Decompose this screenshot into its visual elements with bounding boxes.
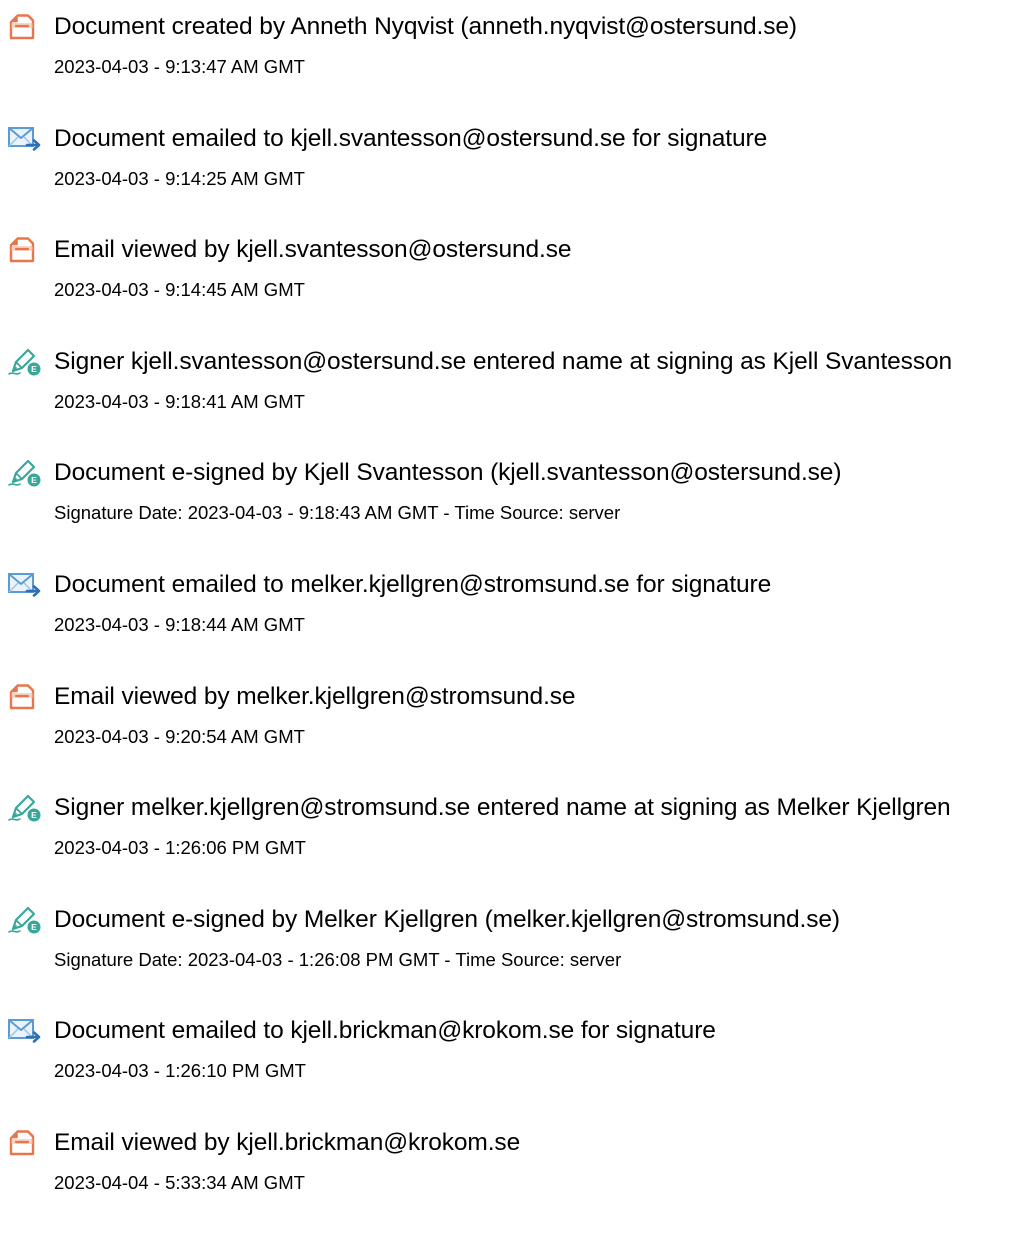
- e-sign-icon: E: [7, 905, 43, 935]
- document-viewed-icon: [7, 1128, 43, 1158]
- audit-event: Document created by Anneth Nyqvist (anne…: [0, 8, 1016, 120]
- audit-event: E Signer kjell.svantesson@ostersund.se e…: [0, 343, 1016, 455]
- audit-event: Document emailed to kjell.brickman@kroko…: [0, 1012, 1016, 1124]
- event-title: Document emailed to kjell.svantesson@ost…: [54, 124, 768, 152]
- document-created-icon: [7, 12, 43, 42]
- event-timestamp: 2023-04-03 - 9:14:25 AM GMT: [54, 167, 305, 189]
- event-title: Email viewed by kjell.brickman@krokom.se: [54, 1128, 521, 1156]
- event-timestamp: 2023-04-03 - 1:26:06 PM GMT: [54, 837, 306, 859]
- document-viewed-icon: [7, 682, 43, 712]
- event-title: Document e-signed by Melker Kjellgren (m…: [54, 905, 840, 933]
- e-sign-icon: E: [7, 347, 43, 377]
- event-timestamp: 2023-04-03 - 9:18:44 AM GMT: [54, 613, 305, 635]
- event-title: Document e-signed by Kjell Svantesson (k…: [54, 459, 842, 487]
- audit-event: E Document e-signed by Kjell Svantesson …: [0, 454, 1016, 566]
- audit-event: Email viewed by melker.kjellgren@stromsu…: [0, 678, 1016, 790]
- svg-text:E: E: [31, 922, 37, 932]
- svg-text:E: E: [31, 476, 37, 486]
- document-viewed-icon: [7, 235, 43, 265]
- event-timestamp: 2023-04-03 - 9:20:54 AM GMT: [54, 725, 305, 747]
- event-title: Signer kjell.svantesson@ostersund.se ent…: [54, 347, 953, 375]
- event-title: Email viewed by kjell.svantesson@ostersu…: [54, 236, 572, 264]
- email-sent-icon: [7, 1016, 43, 1046]
- email-sent-icon: [7, 570, 43, 600]
- e-sign-icon: E: [7, 793, 43, 823]
- email-sent-icon: [7, 124, 43, 154]
- event-timestamp: 2023-04-03 - 9:13:47 AM GMT: [54, 56, 305, 77]
- audit-event: Email viewed by kjell.brickman@krokom.se…: [0, 1124, 1016, 1236]
- event-timestamp: 2023-04-04 - 5:33:34 AM GMT: [54, 1171, 305, 1193]
- svg-text:E: E: [31, 364, 37, 374]
- event-title: Signer melker.kjellgren@stromsund.se ent…: [54, 794, 951, 822]
- audit-event: Document emailed to melker.kjellgren@str…: [0, 566, 1016, 678]
- svg-text:E: E: [31, 810, 37, 820]
- event-timestamp: Signature Date: 2023-04-03 - 1:26:08 PM …: [54, 948, 622, 970]
- event-timestamp: 2023-04-03 - 1:26:10 PM GMT: [54, 1060, 306, 1082]
- audit-event: Document emailed to kjell.svantesson@ost…: [0, 120, 1016, 232]
- event-title: Document emailed to kjell.brickman@kroko…: [54, 1017, 716, 1045]
- event-title: Document created by Anneth Nyqvist (anne…: [54, 13, 797, 40]
- audit-event: Email viewed by kjell.svantesson@ostersu…: [0, 231, 1016, 343]
- e-sign-icon: E: [7, 458, 43, 488]
- event-timestamp: 2023-04-03 - 9:14:45 AM GMT: [54, 279, 305, 301]
- event-timestamp: 2023-04-03 - 9:18:41 AM GMT: [54, 390, 305, 412]
- event-title: Document emailed to melker.kjellgren@str…: [54, 570, 772, 598]
- event-timestamp: Signature Date: 2023-04-03 - 9:18:43 AM …: [54, 502, 621, 524]
- audit-event: E Document e-signed by Melker Kjellgren …: [0, 901, 1016, 1013]
- audit-event-list: Document created by Anneth Nyqvist (anne…: [0, 8, 1016, 1236]
- event-title: Email viewed by melker.kjellgren@stromsu…: [54, 682, 576, 710]
- audit-event: E Signer melker.kjellgren@stromsund.se e…: [0, 789, 1016, 901]
